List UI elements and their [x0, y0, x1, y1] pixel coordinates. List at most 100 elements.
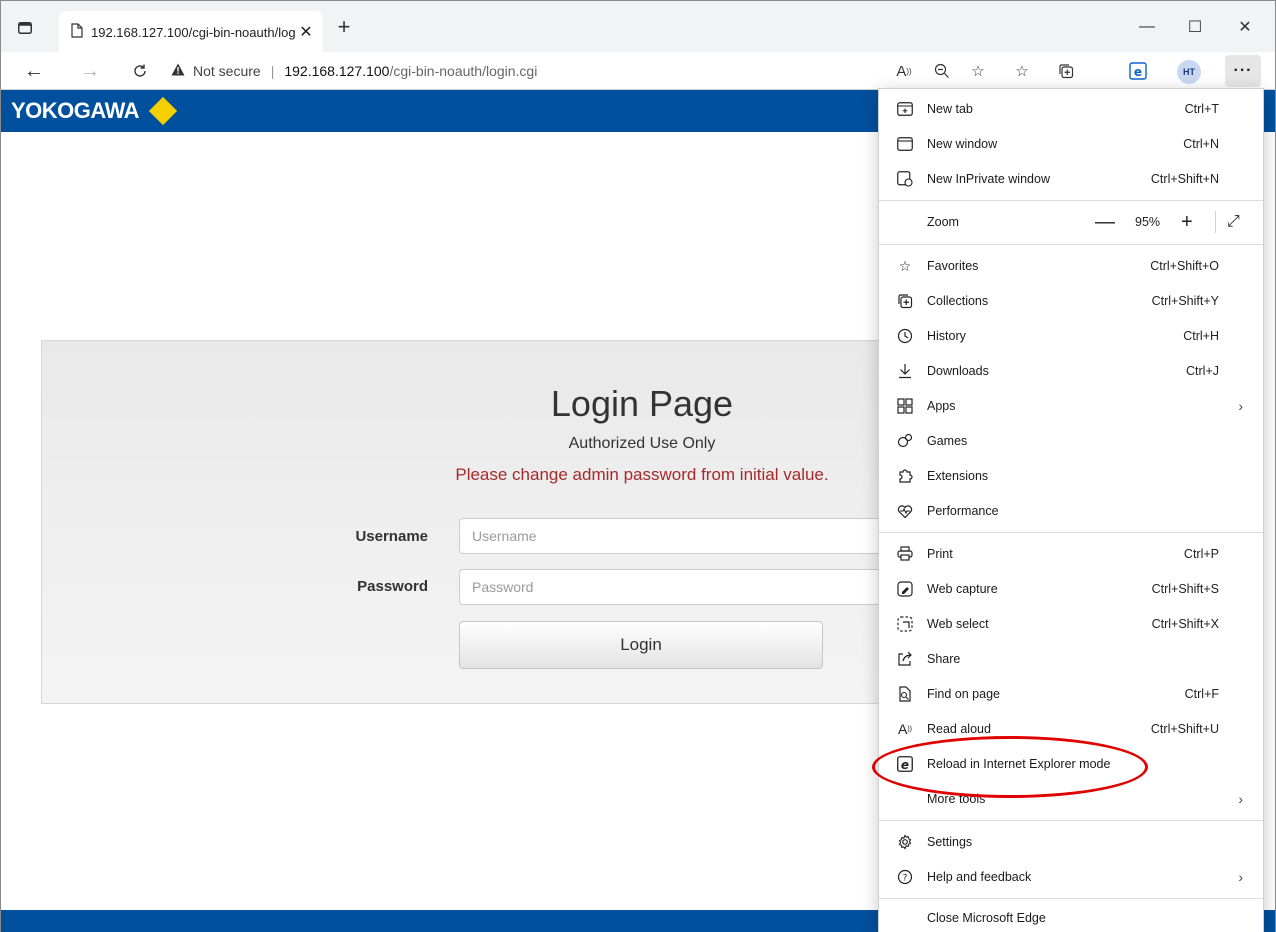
menu-label: New InPrivate window	[927, 172, 1050, 186]
menu-shortcut: Ctrl+F	[1184, 687, 1219, 701]
menu-shortcut: Ctrl+Shift+N	[1150, 172, 1219, 186]
avatar[interactable]: HT	[1177, 60, 1201, 84]
extensions-icon	[895, 466, 915, 486]
menu-item-favorites[interactable]: ☆ Favorites Ctrl+Shift+O	[879, 249, 1263, 283]
url-divider: |	[270, 63, 275, 79]
menu-item-print[interactable]: Print Ctrl+P	[879, 537, 1263, 571]
menu-item-share[interactable]: Share	[879, 642, 1263, 676]
menu-item-read-aloud[interactable]: A)) Read aloud Ctrl+Shift+U	[879, 712, 1263, 746]
menu-divider	[879, 532, 1263, 533]
minimize-button[interactable]: —	[1135, 15, 1159, 39]
menu-label: More tools	[927, 792, 986, 806]
menu-item-more-tools[interactable]: More tools ›	[879, 782, 1263, 816]
performance-icon	[895, 501, 915, 521]
security-label[interactable]: Not secure	[193, 63, 261, 79]
close-window-button[interactable]: ✕	[1233, 15, 1257, 39]
zoom-in-button[interactable]: +	[1181, 211, 1193, 234]
menu-item-web-select[interactable]: Web select Ctrl+Shift+X	[879, 607, 1263, 641]
chevron-right-icon: ›	[1238, 791, 1243, 807]
close-tab-icon[interactable]: ✕	[295, 21, 317, 43]
tab-actions-icon[interactable]	[15, 18, 35, 38]
menu-label: Collections	[927, 294, 989, 308]
menu-divider	[879, 898, 1263, 899]
chevron-right-icon: ›	[1238, 869, 1243, 885]
add-favorite-icon[interactable]: ☆	[967, 60, 989, 82]
menu-item-find-on-page[interactable]: Find on page Ctrl+F	[879, 677, 1263, 711]
menu-label: Reload in Internet Explorer mode	[927, 757, 1111, 771]
menu-item-history[interactable]: History Ctrl+H	[879, 319, 1263, 353]
menu-label: Extensions	[927, 469, 989, 483]
menu-label: Games	[927, 434, 968, 448]
username-label: Username	[355, 528, 428, 545]
zoom-out-icon[interactable]	[931, 60, 953, 82]
menu-label: Web select	[927, 617, 989, 631]
edge-settings-menu: New tab Ctrl+T New window Ctrl+N New InP…	[878, 88, 1264, 932]
menu-item-zoom: Zoom — 95% + ⤢	[879, 205, 1263, 239]
menu-label: Downloads	[927, 364, 989, 378]
login-button[interactable]: Login	[459, 621, 823, 669]
collections-icon	[895, 291, 915, 311]
find-icon	[895, 684, 915, 704]
menu-item-downloads[interactable]: Downloads Ctrl+J	[879, 354, 1263, 388]
new-tab-button[interactable]: +	[333, 16, 355, 39]
menu-item-new-tab[interactable]: New tab Ctrl+T	[879, 92, 1263, 126]
menu-label: Web capture	[927, 582, 998, 596]
password-field[interactable]	[459, 569, 939, 605]
back-arrow-icon[interactable]: ←	[21, 58, 47, 84]
menu-label: Find on page	[927, 687, 1000, 701]
menu-item-web-capture[interactable]: Web capture Ctrl+Shift+S	[879, 572, 1263, 606]
svg-text:e: e	[1134, 65, 1142, 79]
menu-item-settings[interactable]: Settings	[879, 825, 1263, 859]
read-aloud-icon[interactable]: A))	[893, 60, 915, 82]
menu-label: Share	[927, 652, 961, 666]
username-field[interactable]	[459, 518, 939, 554]
menu-shortcut: Ctrl+Shift+Y	[1151, 294, 1219, 308]
menu-label: Close Microsoft Edge	[927, 911, 1046, 925]
menu-label: New tab	[927, 102, 973, 116]
refresh-icon[interactable]	[127, 58, 153, 84]
menu-shortcut: Ctrl+H	[1183, 329, 1219, 343]
menu-shortcut: Ctrl+P	[1183, 547, 1219, 561]
menu-item-performance[interactable]: Performance	[879, 494, 1263, 528]
ie-mode-icon[interactable]: e	[1127, 60, 1149, 82]
maximize-button[interactable]: ☐	[1183, 15, 1207, 39]
fullscreen-icon[interactable]: ⤢	[1227, 213, 1240, 231]
games-icon	[895, 431, 915, 451]
menu-shortcut: Ctrl+T	[1184, 102, 1219, 116]
menu-label: Favorites	[927, 259, 979, 273]
forward-arrow-icon[interactable]: →	[77, 58, 103, 84]
menu-item-new-window[interactable]: New window Ctrl+N	[879, 127, 1263, 161]
more-options-button[interactable]: ···	[1225, 55, 1261, 87]
menu-item-help-feedback[interactable]: ? Help and feedback ›	[879, 860, 1263, 894]
menu-label: Performance	[927, 504, 999, 518]
password-label: Password	[357, 578, 428, 595]
zoom-level: 95%	[1135, 215, 1161, 229]
collections-icon[interactable]	[1055, 60, 1077, 82]
menu-item-close-edge[interactable]: Close Microsoft Edge	[879, 901, 1263, 932]
url-host: 192.168.127.100	[284, 63, 390, 79]
svg-text:e: e	[901, 758, 909, 772]
warning-icon[interactable]	[171, 63, 185, 79]
menu-label: Read aloud	[927, 722, 991, 736]
menu-item-games[interactable]: Games	[879, 424, 1263, 458]
web-capture-icon	[895, 579, 915, 599]
new-tab-icon	[895, 99, 915, 119]
zoom-out-button[interactable]: —	[1095, 211, 1115, 234]
menu-item-reload-ie-mode[interactable]: e Reload in Internet Explorer mode	[879, 747, 1263, 781]
menu-shortcut: Ctrl+Shift+O	[1150, 259, 1219, 273]
menu-label: New window	[927, 137, 998, 151]
menu-shortcut: Ctrl+J	[1186, 364, 1219, 378]
url-field[interactable]: Not secure | 192.168.127.100/cgi-bin-noa…	[171, 56, 871, 86]
menu-item-inprivate[interactable]: New InPrivate window Ctrl+Shift+N	[879, 162, 1263, 196]
settings-icon	[895, 832, 915, 852]
history-icon	[895, 326, 915, 346]
menu-label: History	[927, 329, 966, 343]
tab-active[interactable]: 192.168.127.100/cgi-bin-noauth/login.cgi…	[59, 11, 323, 53]
favorites-icon[interactable]: ☆	[1011, 60, 1033, 82]
yokogawa-logo: YOKOGAWA	[11, 96, 178, 126]
menu-item-apps[interactable]: Apps ›	[879, 389, 1263, 423]
svg-text:?: ?	[903, 874, 908, 884]
menu-item-extensions[interactable]: Extensions	[879, 459, 1263, 493]
menu-item-collections[interactable]: Collections Ctrl+Shift+Y	[879, 284, 1263, 318]
share-icon	[895, 649, 915, 669]
